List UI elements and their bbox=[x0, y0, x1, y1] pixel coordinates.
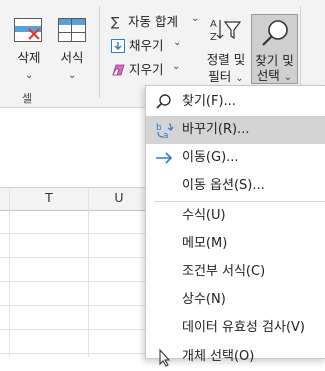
row-gridline bbox=[0, 281, 150, 282]
menu-item-replace[interactable]: b a 바꾸기(R)... bbox=[146, 116, 325, 144]
format-button[interactable]: 서식 ⌄ bbox=[52, 14, 92, 82]
replace-icon: b a bbox=[156, 123, 174, 140]
cells-group-label: 셀 bbox=[22, 92, 33, 105]
arrow-right-icon bbox=[156, 152, 173, 164]
menu-item-label: 수식(U) bbox=[182, 208, 226, 223]
chevron-down-icon: ⌄ bbox=[235, 73, 244, 84]
menu-item-conditional-formatting[interactable]: 조건부 서식(C) bbox=[146, 258, 325, 286]
format-cells-icon bbox=[58, 18, 86, 42]
clear-button[interactable]: 지우기 ⌄ bbox=[111, 61, 181, 81]
cursor-icon bbox=[159, 348, 171, 367]
chevron-down-icon: ⌄ bbox=[191, 13, 200, 24]
chevron-down-icon: ⌄ bbox=[283, 72, 293, 83]
column-header-t[interactable]: T bbox=[10, 187, 88, 209]
delete-label: 삭제 bbox=[17, 50, 41, 65]
svg-text:Z: Z bbox=[210, 32, 217, 42]
menu-item-label: 찾기(F)... bbox=[182, 94, 236, 109]
menu-item-formulas[interactable]: 수식(U) bbox=[146, 202, 325, 230]
column-gridline bbox=[9, 187, 10, 357]
menu-item-label: 이동(G)... bbox=[182, 150, 239, 165]
menu-item-label: 데이터 유효성 검사(V) bbox=[182, 320, 305, 335]
clear-label: 지우기 bbox=[129, 62, 164, 77]
find-select-label-line2: 선택 ⌄ bbox=[252, 68, 297, 86]
search-icon bbox=[262, 20, 288, 46]
sort-filter-icon: A Z bbox=[210, 19, 241, 42]
fill-label: 채우기 bbox=[129, 38, 164, 53]
column-gridline bbox=[88, 187, 89, 357]
row-gridline bbox=[0, 257, 150, 258]
chevron-down-icon: ⌄ bbox=[68, 70, 77, 81]
menu-item-goto-special[interactable]: 이동 옵션(S)... bbox=[146, 172, 325, 200]
menu-item-label: 이동 옵션(S)... bbox=[182, 178, 265, 193]
menu-item-label: 조건부 서식(C) bbox=[182, 264, 266, 279]
fill-down-icon bbox=[111, 39, 125, 53]
menu-item-select-objects[interactable]: 개체 선택(O) bbox=[146, 343, 325, 371]
menu-item-constants[interactable]: 상수(N) bbox=[146, 286, 325, 314]
eraser-icon bbox=[112, 64, 125, 76]
menu-item-label: 바꾸기(R)... bbox=[182, 122, 250, 137]
delete-cells-icon bbox=[14, 18, 42, 42]
chevron-down-icon: ⌄ bbox=[173, 37, 182, 48]
menu-item-notes[interactable]: 메모(M) bbox=[146, 230, 325, 258]
ribbon-separator bbox=[99, 6, 100, 98]
menu-separator bbox=[154, 201, 325, 202]
find-select-button[interactable]: 찾기 및 선택 ⌄ bbox=[251, 14, 298, 84]
menu-item-goto[interactable]: 이동(G)... bbox=[146, 144, 325, 172]
column-header-u[interactable]: U bbox=[89, 187, 149, 209]
sort-filter-button[interactable]: A Z 정렬 및 필터 ⌄ bbox=[203, 14, 249, 84]
sigma-icon: ∑ bbox=[111, 14, 120, 29]
menu-item-find[interactable]: 찾기(F)... bbox=[146, 88, 325, 116]
menu-item-label: 상수(N) bbox=[182, 292, 226, 307]
chevron-down-icon: ⌄ bbox=[172, 61, 181, 72]
sort-filter-label-line2-text: 필터 bbox=[208, 69, 232, 84]
sort-filter-label-line1: 정렬 및 bbox=[206, 52, 246, 67]
find-select-label-line2-text: 선택 bbox=[256, 68, 280, 83]
row-gridline bbox=[0, 329, 150, 330]
svg-text:b: b bbox=[156, 123, 162, 133]
find-select-label-line1: 찾기 및 bbox=[255, 53, 294, 68]
menu-item-data-validation[interactable]: 데이터 유효성 검사(V) bbox=[146, 314, 325, 342]
row-gridline bbox=[0, 233, 150, 234]
svg-text:A: A bbox=[210, 19, 217, 30]
menu-item-label: 개체 선택(O) bbox=[182, 349, 255, 364]
chevron-down-icon: ⌄ bbox=[25, 70, 34, 81]
autosum-button[interactable]: ∑ 자동 합계 ⌄ bbox=[111, 13, 199, 33]
autosum-label: 자동 합계 bbox=[128, 14, 178, 29]
delete-button[interactable]: 삭제 ⌄ bbox=[10, 14, 52, 82]
fill-button[interactable]: 채우기 ⌄ bbox=[111, 37, 181, 57]
row-gridline bbox=[0, 353, 150, 354]
search-icon bbox=[156, 94, 171, 109]
format-label: 서식 bbox=[60, 50, 84, 65]
menu-item-label: 메모(M) bbox=[182, 236, 228, 251]
svg-text:a: a bbox=[163, 131, 169, 140]
find-select-menu: 찾기(F)... b a 바꾸기(R)... 이동(G)... 이동 옵션(S)… bbox=[145, 85, 325, 367]
row-gridline bbox=[0, 305, 150, 306]
